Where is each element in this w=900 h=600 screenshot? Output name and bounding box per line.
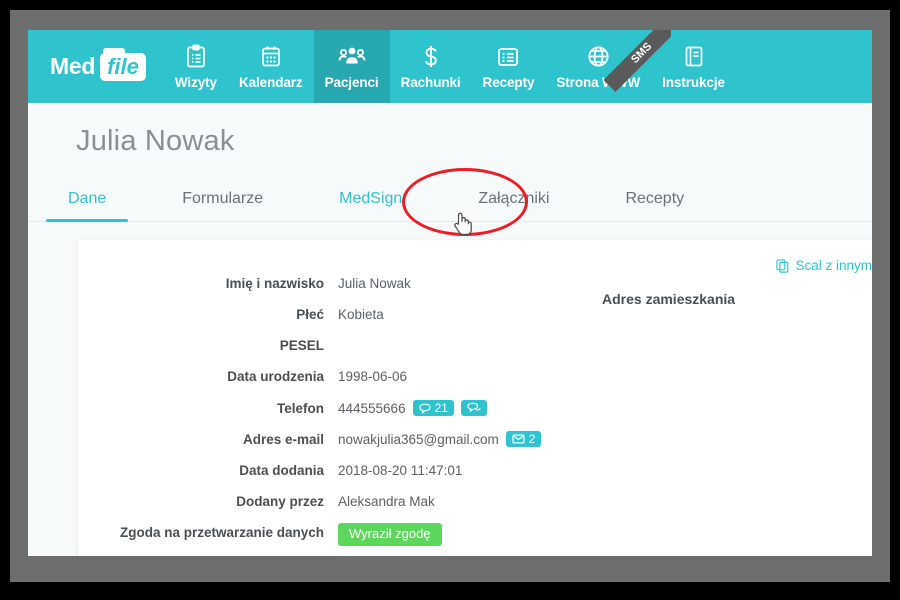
field-row-createdby: Dodany przez Aleksandra Mak bbox=[78, 492, 548, 511]
field-value-name: Julia Nowak bbox=[338, 276, 411, 291]
copy-icon bbox=[776, 258, 789, 273]
app-viewport: Med file Wizyty Kalendarz Pacjenci Rachu… bbox=[28, 30, 872, 556]
field-row-phone: Telefon 444555666 21 bbox=[78, 399, 548, 418]
dollar-icon bbox=[421, 44, 441, 70]
merge-patient-label: Scal z innym bbox=[795, 258, 872, 273]
field-label-email: Adres e-mail bbox=[242, 431, 324, 447]
page-title: Julia Nowak bbox=[76, 125, 235, 157]
nav-item-rachunki[interactable]: Rachunki bbox=[390, 30, 472, 103]
nav-item-instrukcje[interactable]: Instrukcje bbox=[651, 30, 736, 103]
field-value-gender: Kobieta bbox=[338, 307, 384, 323]
field-value-createdby: Aleksandra Mak bbox=[338, 494, 435, 510]
nav-label-recepty: Recepty bbox=[482, 74, 535, 90]
list-icon bbox=[496, 44, 520, 70]
field-label-phone: Telefon bbox=[277, 400, 324, 416]
logo-text-med: Med bbox=[50, 53, 96, 79]
card-columns: Imię i nazwisko Julia Nowak Płeć Kobieta… bbox=[78, 254, 872, 556]
users-icon bbox=[338, 44, 366, 70]
envelope-icon bbox=[512, 434, 525, 444]
nav-item-recepty[interactable]: Recepty bbox=[472, 30, 546, 103]
nav-label-pacjenci: Pacjenci bbox=[324, 74, 379, 90]
field-row-email: Adres e-mail nowakjulia365@gmail.com 2 bbox=[78, 430, 548, 449]
field-value-birthdate: 1998-06-06 bbox=[338, 369, 408, 385]
field-label-name: Imię i nazwisko bbox=[225, 276, 324, 291]
field-value-email-wrap: nowakjulia365@gmail.com 2 bbox=[338, 430, 542, 449]
email-count-badge[interactable]: 2 bbox=[505, 431, 542, 448]
field-value-phone-wrap: 444555666 21 bbox=[338, 399, 487, 418]
field-row-data-consent: Zgoda na przetwarzanie danych Wyraził zg… bbox=[78, 523, 548, 546]
field-value-data-consent-wrap: Wyraził zgodę bbox=[338, 523, 442, 546]
status-badge-consent: Wyraził zgodę bbox=[338, 523, 442, 546]
nav-label-strona-www: Strona WWW bbox=[556, 74, 641, 90]
field-label-pesel: PESEL bbox=[279, 338, 324, 354]
consent-form-link[interactable]: Wprowadź własny formularz zgody bbox=[338, 554, 547, 557]
field-label-gender: Płeć bbox=[296, 307, 324, 323]
field-row-created: Data dodania 2018-08-20 11:47:01 bbox=[78, 461, 548, 480]
calendar-icon bbox=[260, 44, 282, 70]
nav-item-strona-www[interactable]: Strona WWW SMS bbox=[545, 30, 672, 103]
address-section-heading: Adres zamieszkania bbox=[602, 291, 736, 307]
logo-file-box: file bbox=[100, 47, 146, 81]
field-row-consent-form-link: Wprowadź własny formularz zgody bbox=[78, 554, 548, 557]
patient-tabs: Dane Formularze MedSign Załączniki Recep… bbox=[28, 168, 872, 236]
sms-count-value: 21 bbox=[434, 401, 448, 416]
merge-patient-link[interactable]: Scal z innym bbox=[638, 258, 872, 273]
nav-label-rachunki: Rachunki bbox=[400, 74, 461, 90]
clipboard-icon bbox=[185, 44, 207, 70]
tab-zalaczniki[interactable]: Załączniki bbox=[478, 182, 549, 221]
field-row-name: Imię i nazwisko Julia Nowak bbox=[78, 274, 548, 293]
field-label-birthdate: Data urodzenia bbox=[227, 369, 324, 385]
navbar-items: Wizyty Kalendarz Pacjenci Rachunki Recep… bbox=[164, 30, 736, 103]
consent-form-link-wrap: Wprowadź własny formularz zgody bbox=[338, 554, 547, 557]
patient-data-card: Imię i nazwisko Julia Nowak Płeć Kobieta… bbox=[78, 240, 872, 556]
book-icon bbox=[683, 44, 705, 70]
nav-item-wizyty[interactable]: Wizyty bbox=[164, 30, 228, 103]
screenshot-root: Med file Wizyty Kalendarz Pacjenci Rachu… bbox=[0, 0, 900, 600]
globe-icon bbox=[586, 44, 611, 70]
app-logo[interactable]: Med file bbox=[28, 30, 164, 103]
nav-label-kalendarz: Kalendarz bbox=[238, 74, 303, 90]
field-row-birthdate: Data urodzenia 1998-06-06 bbox=[78, 367, 548, 386]
tab-formularze[interactable]: Formularze bbox=[182, 182, 263, 221]
chat-badge[interactable] bbox=[460, 400, 487, 417]
tab-medsign[interactable]: MedSign bbox=[339, 182, 402, 221]
patient-fields-column: Imię i nazwisko Julia Nowak Płeć Kobieta… bbox=[78, 254, 548, 556]
main-navbar: Med file Wizyty Kalendarz Pacjenci Rachu… bbox=[28, 30, 872, 103]
field-row-gender: Płeć Kobieta bbox=[78, 305, 548, 324]
nav-label-wizyty: Wizyty bbox=[174, 74, 217, 90]
field-row-pesel: PESEL bbox=[78, 336, 548, 355]
field-value-phone: 444555666 bbox=[338, 400, 406, 416]
logo-text-file: file bbox=[100, 52, 146, 81]
mouse-cursor-pointer bbox=[452, 210, 474, 243]
field-label-created: Data dodania bbox=[239, 462, 324, 478]
nav-label-instrukcje: Instrukcje bbox=[662, 74, 725, 90]
nav-item-kalendarz[interactable]: Kalendarz bbox=[228, 30, 314, 103]
address-column: Scal z innym Adres zamieszkania bbox=[548, 254, 872, 307]
sms-count-badge[interactable]: 21 bbox=[412, 400, 454, 417]
field-value-created: 2018-08-20 11:47:01 bbox=[338, 462, 463, 478]
sms-bubble-icon bbox=[418, 403, 431, 414]
tab-recepty[interactable]: Recepty bbox=[625, 182, 684, 221]
field-label-data-consent: Zgoda na przetwarzanie danych bbox=[119, 525, 324, 541]
email-count-value: 2 bbox=[528, 432, 536, 447]
nav-item-pacjenci[interactable]: Pacjenci bbox=[313, 30, 390, 103]
tab-dane[interactable]: Dane bbox=[45, 182, 129, 222]
chat-bubbles-icon bbox=[467, 402, 481, 413]
field-label-createdby: Dodany przez bbox=[236, 494, 324, 510]
field-value-email: nowakjulia365@gmail.com bbox=[338, 431, 499, 447]
